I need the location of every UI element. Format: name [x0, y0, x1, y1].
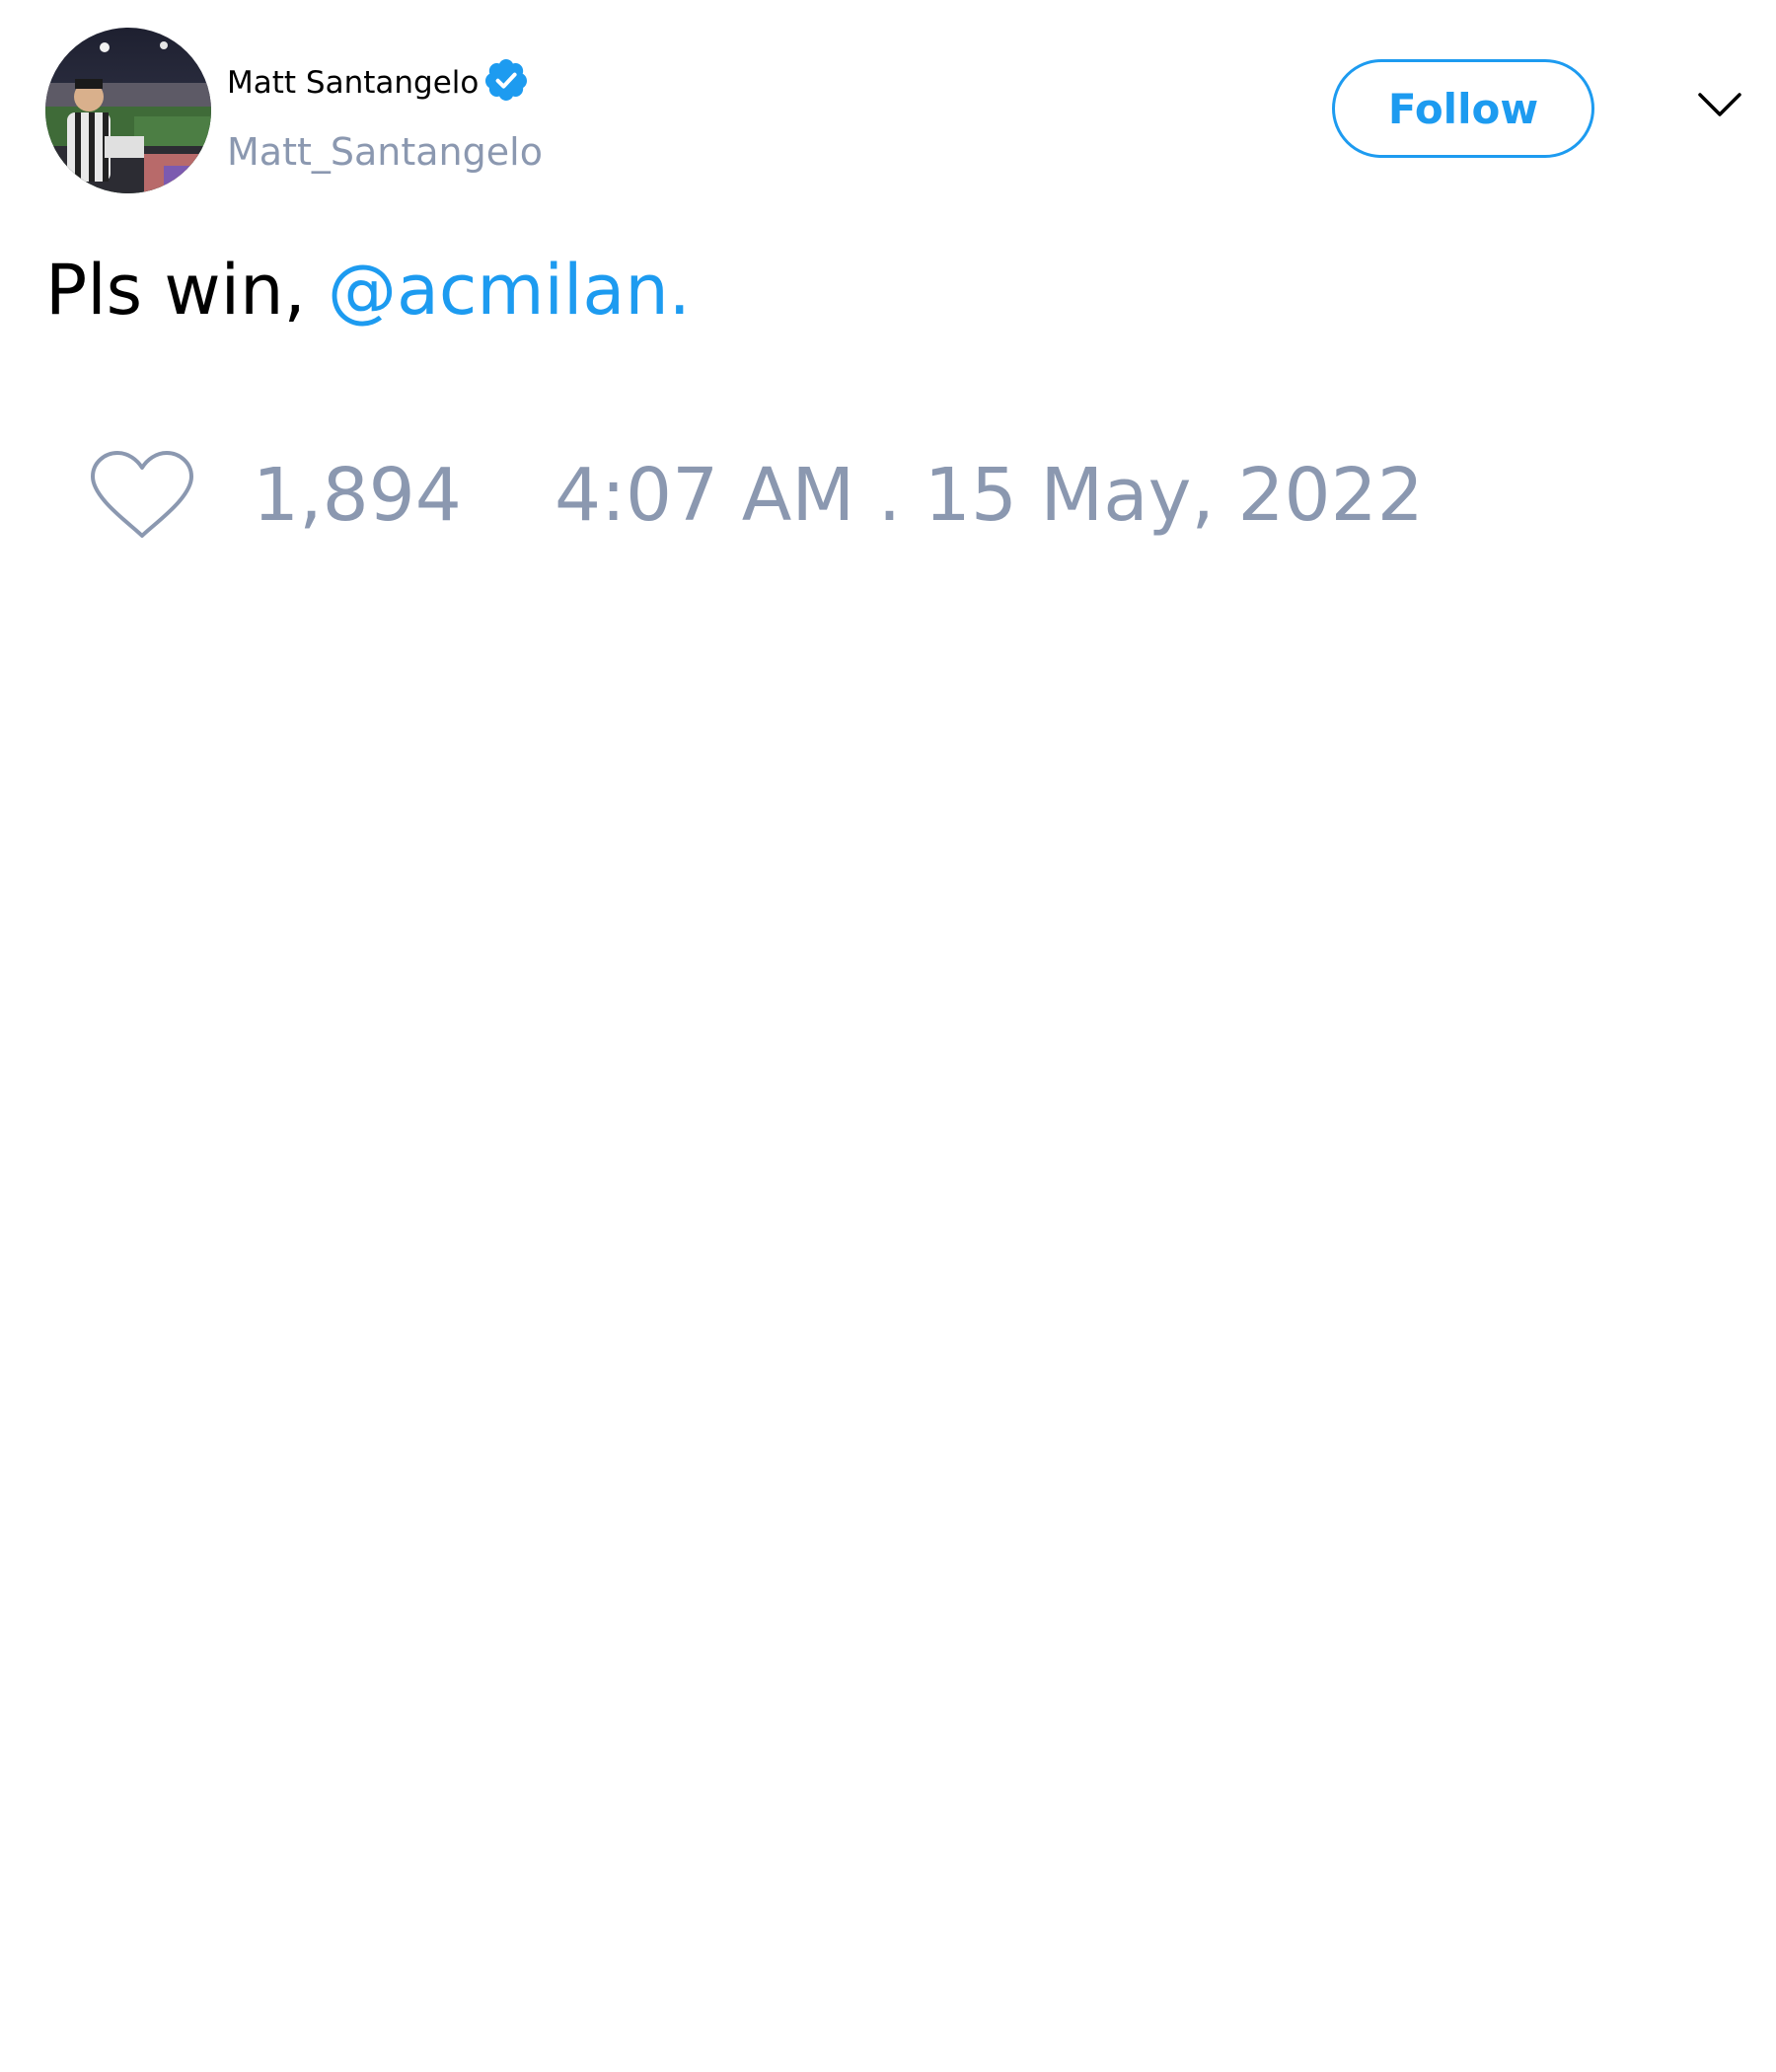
mention-link[interactable]: @acmilan. [328, 250, 691, 331]
chevron-down-icon[interactable] [1697, 91, 1742, 120]
tweet-text-body: Pls win, [45, 250, 328, 331]
tweet-text: Pls win, @acmilan. [45, 247, 691, 333]
author-handle[interactable]: Matt_Santangelo [227, 128, 543, 176]
tweet-timestamp[interactable]: 4:07 AM . 15 May, 2022 [555, 452, 1424, 539]
like-count[interactable]: 1,894 [253, 452, 462, 539]
author-avatar[interactable] [45, 28, 211, 193]
follow-button[interactable]: Follow [1332, 59, 1594, 158]
heart-outline-icon[interactable] [89, 449, 195, 544]
author-display-name[interactable]: Matt Santangelo [227, 63, 479, 103]
verified-badge-icon [484, 59, 527, 101]
